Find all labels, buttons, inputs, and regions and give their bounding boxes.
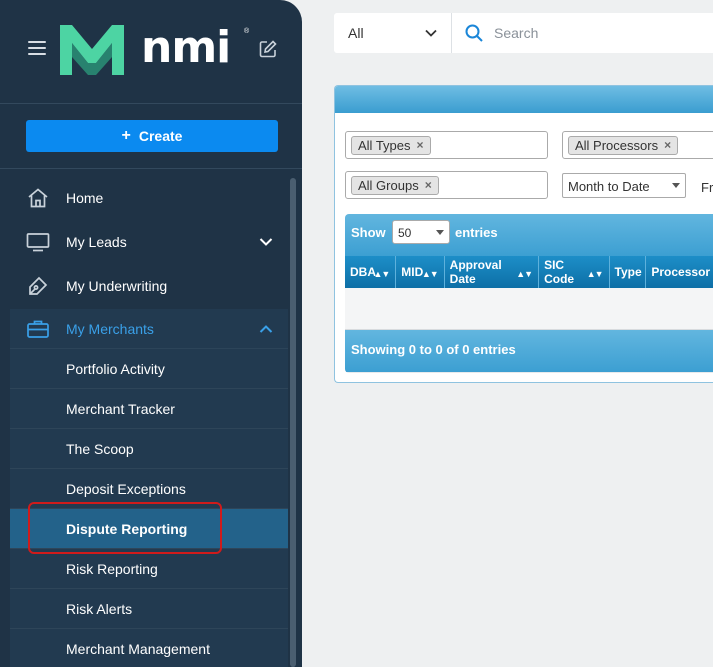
nmi-logo-text: nmi (141, 22, 231, 73)
sidebar-subitem-merchant-management[interactable]: Merchant Management (10, 629, 288, 667)
column-header-label: SIC Code (544, 258, 575, 286)
entries-label: entries (455, 225, 498, 240)
remove-chip-icon[interactable]: × (425, 177, 432, 194)
panel-header (335, 86, 713, 113)
chevron-down-icon (425, 29, 437, 37)
column-header-label: Approval Date (449, 258, 502, 286)
groups-filter[interactable]: All Groups × (345, 171, 548, 199)
sidebar-item-label: My Leads (66, 234, 127, 250)
date-period-value: Month to Date (568, 179, 650, 194)
pen-tool-icon (29, 276, 48, 295)
page-length-value: 50 (398, 226, 412, 240)
processors-filter[interactable]: All Processors × (562, 131, 713, 159)
search-scope-value: All (348, 25, 364, 41)
sidebar-subitem-merchant-tracker[interactable]: Merchant Tracker (10, 389, 288, 429)
sidebar-subitem-label: Merchant Management (66, 641, 210, 657)
chevron-up-icon[interactable] (258, 321, 274, 337)
column-header-label: DBA (350, 265, 376, 279)
column-header-label: Processor (651, 265, 711, 279)
sidebar-subitem-label: Risk Reporting (66, 561, 158, 577)
sort-icon: ▲▼ (421, 269, 439, 279)
filter-chip-processors: All Processors × (568, 136, 679, 155)
sidebar-subitem-label: Risk Alerts (66, 601, 133, 617)
table-length-bar: Show 50 entries (345, 214, 713, 256)
sidebar-item-label: Home (66, 190, 104, 206)
sidebar-item-label: My Underwriting (66, 278, 168, 294)
filter-chip-types: All Types × (351, 136, 431, 155)
sidebar-header: nmi ® (0, 0, 302, 104)
table-body-empty (345, 288, 713, 330)
create-section: + Create (0, 104, 302, 169)
dropdown-arrow-icon (672, 183, 680, 188)
sidebar-subitem-label: Portfolio Activity (66, 361, 165, 377)
show-label: Show (351, 225, 386, 240)
page-length-select[interactable]: 50 (392, 220, 450, 244)
search-bar: All (334, 13, 713, 53)
registered-mark: ® (244, 28, 250, 35)
from-date-label: Fr (701, 180, 713, 195)
search-icon[interactable] (464, 23, 484, 43)
column-header-label: MID (401, 265, 424, 279)
table-footer: Showing 0 to 0 of 0 entries (345, 330, 713, 372)
sort-icon: ▲▼ (516, 269, 533, 279)
filter-chip-label: All Groups (358, 178, 419, 193)
sort-icon: ▲▼ (586, 269, 604, 279)
types-filter[interactable]: All Types × (345, 131, 548, 159)
nmi-logo-mark (60, 25, 124, 75)
home-icon (28, 188, 48, 208)
create-button-label: Create (138, 128, 183, 144)
filter-chip-label: All Processors (575, 138, 659, 153)
sidebar-subitem-deposit-exceptions[interactable]: Deposit Exceptions (10, 469, 288, 509)
sidebar-item-my-leads[interactable]: My Leads (0, 220, 302, 264)
chevron-down-icon[interactable] (258, 234, 274, 250)
date-period-select[interactable]: Month to Date (562, 173, 686, 198)
sidebar-subitem-the-scoop[interactable]: The Scoop (10, 429, 288, 469)
plus-icon: + (121, 127, 131, 144)
sidebar-nav: Home My Leads My Underwriting My Merchan… (0, 176, 302, 667)
sidebar: nmi ® + Create Home My Leads My Underwri… (0, 0, 302, 667)
dropdown-arrow-icon (436, 230, 444, 235)
column-header-mid[interactable]: MID ▲▼ (396, 256, 445, 288)
briefcase-icon (27, 320, 49, 338)
hamburger-menu-icon[interactable] (28, 41, 46, 57)
filter-chip-label: All Types (358, 138, 411, 153)
column-header-processor[interactable]: Processor (646, 256, 713, 288)
create-button[interactable]: + Create (26, 120, 278, 152)
table-info-text: Showing 0 to 0 of 0 entries (351, 342, 516, 357)
filter-chip-groups: All Groups × (351, 176, 439, 195)
column-header-label: Type (614, 265, 642, 279)
dispute-table: Show 50 entries DBA ▲▼ MID ▲▼ Approval D… (345, 214, 713, 373)
edit-icon[interactable] (258, 39, 278, 59)
sidebar-subitem-portfolio-activity[interactable]: Portfolio Activity (10, 349, 288, 389)
remove-chip-icon[interactable]: × (664, 137, 671, 154)
sidebar-item-my-underwriting[interactable]: My Underwriting (0, 264, 302, 308)
sort-icon: ▲▼ (373, 269, 390, 279)
search-input[interactable] (494, 21, 704, 45)
sidebar-subitem-risk-alerts[interactable]: Risk Alerts (10, 589, 288, 629)
sidebar-subitem-label: The Scoop (66, 441, 134, 457)
column-header-sic-code[interactable]: SIC Code ▲▼ (539, 256, 610, 288)
sidebar-subitem-label: Deposit Exceptions (66, 481, 186, 497)
remove-chip-icon[interactable]: × (417, 137, 424, 154)
sidebar-item-label: My Merchants (66, 321, 154, 337)
table-header: DBA ▲▼ MID ▲▼ Approval Date ▲▼ SIC Code … (345, 256, 713, 288)
sidebar-scrollbar[interactable] (290, 178, 296, 667)
column-header-dba[interactable]: DBA ▲▼ (345, 256, 397, 288)
sidebar-item-my-merchants[interactable]: My Merchants (10, 309, 288, 349)
sidebar-subitem-label: Merchant Tracker (66, 401, 175, 417)
dispute-report-panel: All Types × All Processors × All Groups … (334, 85, 713, 383)
sidebar-subitem-label: Dispute Reporting (66, 521, 188, 537)
search-scope-select[interactable]: All (334, 13, 452, 53)
my-merchants-group: My Merchants Portfolio Activity Merchant… (10, 309, 288, 667)
sidebar-item-home[interactable]: Home (0, 176, 302, 220)
column-header-approval-date[interactable]: Approval Date ▲▼ (445, 256, 540, 288)
column-header-type[interactable]: Type (610, 256, 647, 288)
sidebar-subitem-risk-reporting[interactable]: Risk Reporting (10, 549, 288, 589)
sidebar-subitem-dispute-reporting[interactable]: Dispute Reporting (10, 509, 288, 549)
monitor-icon (26, 233, 50, 252)
